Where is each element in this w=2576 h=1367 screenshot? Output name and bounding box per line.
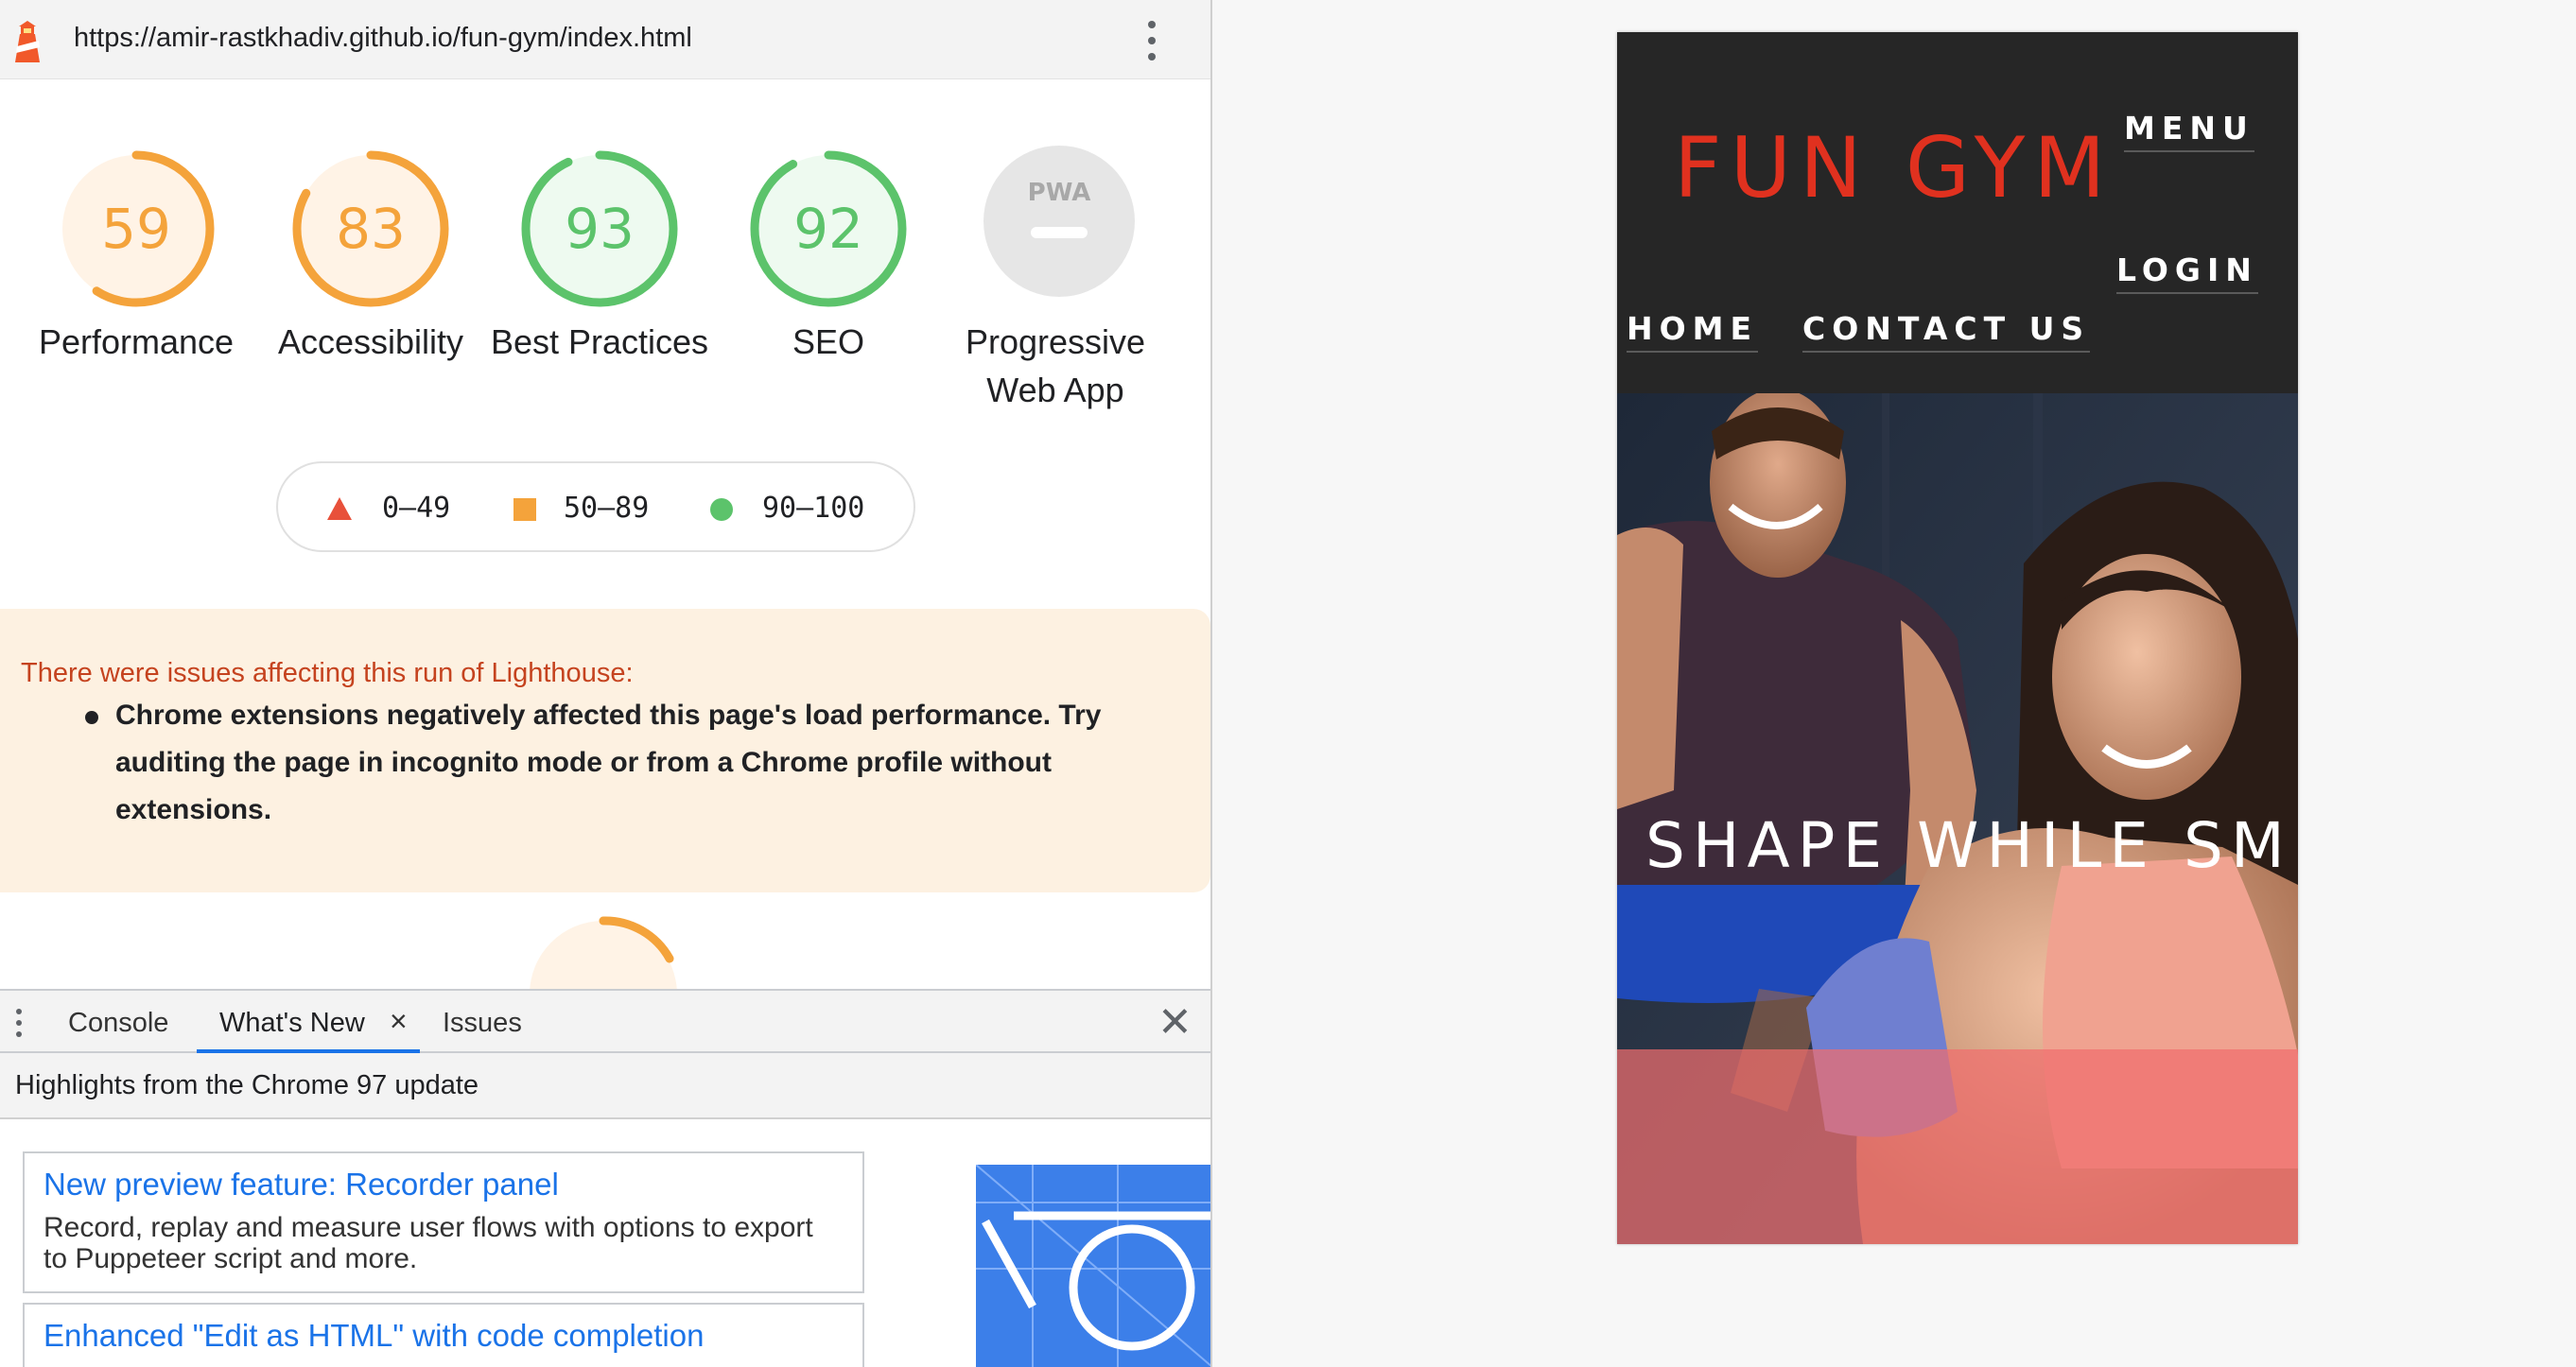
- tab-console[interactable]: Console: [68, 1008, 168, 1039]
- drawer-menu-icon[interactable]: [11, 1006, 26, 1040]
- card-description: Record, replay and measure user flows wi…: [44, 1212, 813, 1274]
- url-bar: https://amir-rastkhadiv.github.io/fun-gy…: [0, 0, 1210, 79]
- mobile-site-preview: FUN GYM MENU LOGIN HOME CONTACT US SHAPE…: [1617, 32, 2298, 1244]
- fail-triangle-icon: [327, 497, 352, 520]
- score-gauge-best-practices[interactable]: 93: [514, 144, 685, 314]
- close-drawer-icon[interactable]: ✕: [1157, 998, 1192, 1047]
- score-value: 92: [793, 197, 863, 261]
- tab-issues[interactable]: Issues: [443, 1008, 522, 1039]
- site-brand-logo[interactable]: FUN GYM: [1674, 119, 2114, 216]
- legend-pass-range: 90–100: [762, 492, 865, 525]
- warning-item: Chrome extensions negatively affected th…: [115, 700, 1102, 825]
- pwa-badge-icon: PWA: [983, 146, 1135, 297]
- card-title-link[interactable]: New preview feature: Recorder panel: [44, 1167, 559, 1203]
- score-gauge-performance[interactable]: 59: [51, 144, 221, 314]
- legend-average-range: 50–89: [564, 492, 650, 525]
- whats-new-card[interactable]: Enhanced "Edit as HTML" with code comple…: [23, 1303, 864, 1367]
- score-value: 83: [336, 197, 406, 261]
- score-gauge-pwa[interactable]: PWA: [974, 144, 1144, 314]
- chrome-update-illustration: [976, 1165, 1210, 1367]
- score-gauge-seo[interactable]: 92: [743, 144, 914, 314]
- score-value: 93: [565, 197, 635, 261]
- score-label: Accessibility: [277, 322, 464, 361]
- highlights-header: Highlights from the Chrome 97 update: [0, 1053, 1210, 1119]
- score-label: Progressive Web App: [965, 322, 1146, 409]
- pwa-badge-text: PWA: [1028, 179, 1091, 207]
- score-legend: 0–49 50–89 90–100: [276, 461, 915, 552]
- average-square-icon: [513, 498, 536, 521]
- score-label: SEO: [792, 322, 865, 361]
- score-gauge-accessibility[interactable]: 83: [286, 144, 456, 314]
- nav-login[interactable]: LOGIN: [2116, 251, 2258, 294]
- highlights-title: Highlights from the Chrome 97 update: [15, 1070, 479, 1100]
- hero-overlay: [1617, 1049, 2298, 1244]
- tab-whats-new[interactable]: What's New: [219, 1008, 365, 1039]
- score-value: 59: [101, 197, 171, 261]
- gauge-peek-icon: [530, 916, 677, 989]
- close-tab-icon[interactable]: ×: [390, 1004, 408, 1039]
- page-url[interactable]: https://amir-rastkhadiv.github.io/fun-gy…: [74, 23, 692, 54]
- score-label: Best Practices: [490, 322, 709, 361]
- whats-new-card[interactable]: New preview feature: Recorder panel Reco…: [23, 1151, 864, 1293]
- card-title-link[interactable]: Enhanced "Edit as HTML" with code comple…: [44, 1318, 704, 1354]
- more-vertical-icon[interactable]: [1135, 17, 1169, 64]
- bullet-icon: [85, 711, 98, 724]
- pass-circle-icon: [710, 498, 733, 521]
- lighthouse-report-panel: https://amir-rastkhadiv.github.io/fun-gy…: [0, 0, 1212, 1367]
- lighthouse-icon: [15, 21, 40, 62]
- nav-menu[interactable]: MENU: [2124, 110, 2254, 152]
- nav-home[interactable]: HOME: [1627, 310, 1759, 353]
- warning-title: There were issues affecting this run of …: [21, 658, 634, 688]
- legend-fail-range: 0–49: [382, 492, 451, 525]
- drawer-tab-bar: Console What's New × Issues ✕: [0, 989, 1210, 1053]
- score-label: Performance: [38, 322, 235, 361]
- nav-contact-us[interactable]: CONTACT US: [1802, 310, 2091, 353]
- hero-tagline: SHAPE WHILE SMI: [1645, 809, 2298, 882]
- runtime-warning: There were issues affecting this run of …: [0, 609, 1210, 892]
